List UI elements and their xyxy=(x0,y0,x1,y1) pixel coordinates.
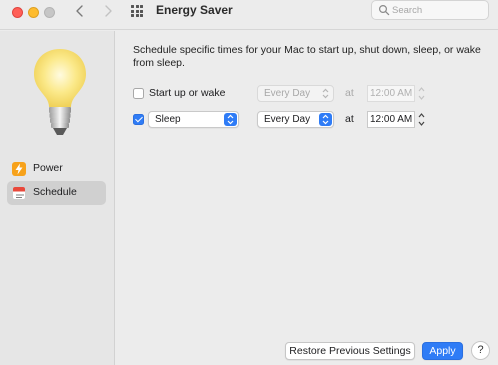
sleep-at-label: at xyxy=(345,113,354,125)
sleep-frequency-select[interactable]: Every Day xyxy=(257,111,334,128)
schedule-description: Schedule specific times for your Mac to … xyxy=(133,44,481,69)
back-button[interactable] xyxy=(72,3,88,19)
search-icon xyxy=(378,4,390,16)
schedule-pane: Schedule specific times for your Mac to … xyxy=(116,31,498,365)
light-bulb-icon xyxy=(34,49,86,135)
sidebar-item-schedule[interactable]: Schedule xyxy=(7,181,106,205)
restore-previous-settings-button[interactable]: Restore Previous Settings xyxy=(285,342,415,360)
startup-schedule-row: Start up or wake Every Day at 12:00 AM xyxy=(133,85,493,103)
search-field[interactable] xyxy=(371,0,489,20)
title-bar: Energy Saver xyxy=(0,0,498,30)
up-down-arrows-icon xyxy=(224,113,237,126)
lightning-icon xyxy=(12,162,26,176)
startup-at-label: at xyxy=(345,87,354,99)
close-window-button[interactable] xyxy=(12,7,23,18)
startup-time-stepper[interactable] xyxy=(416,85,427,102)
search-input[interactable] xyxy=(392,3,484,17)
startup-frequency-value: Every Day xyxy=(264,88,311,99)
startup-time-field[interactable]: 12:00 AM xyxy=(367,85,415,102)
help-button[interactable]: ? xyxy=(471,341,490,360)
chevron-right-icon xyxy=(105,5,112,17)
window-title: Energy Saver xyxy=(156,3,233,17)
show-all-grid-icon[interactable] xyxy=(131,5,143,17)
up-down-arrows-icon xyxy=(319,113,332,126)
startup-label: Start up or wake xyxy=(149,87,226,99)
energy-saver-window: Energy Saver Search Power Schedule Sched… xyxy=(0,0,498,365)
sidebar-item-label: Power xyxy=(33,162,63,174)
sleep-schedule-row: Sleep Every Day at 12:00 AM xyxy=(133,111,493,129)
forward-button[interactable] xyxy=(100,3,116,19)
chevron-left-icon xyxy=(76,5,83,17)
minimize-window-button[interactable] xyxy=(28,7,39,18)
startup-checkbox[interactable] xyxy=(133,88,144,99)
sleep-action-value: Sleep xyxy=(155,114,181,125)
sidebar-item-label: Schedule xyxy=(33,186,77,198)
sidebar: Power Schedule xyxy=(0,31,115,365)
sleep-frequency-value: Every Day xyxy=(264,114,311,125)
startup-frequency-select[interactable]: Every Day xyxy=(257,85,334,102)
sleep-time-stepper[interactable] xyxy=(416,111,427,128)
apply-button[interactable]: Apply xyxy=(422,342,463,360)
sleep-time-field[interactable]: 12:00 AM xyxy=(367,111,415,128)
zoom-window-button[interactable] xyxy=(44,7,55,18)
sleep-checkbox[interactable] xyxy=(133,114,144,125)
up-down-arrows-icon xyxy=(319,87,332,100)
calendar-icon xyxy=(12,186,26,200)
sleep-action-select[interactable]: Sleep xyxy=(148,111,239,128)
sidebar-item-power[interactable]: Power xyxy=(7,157,106,181)
